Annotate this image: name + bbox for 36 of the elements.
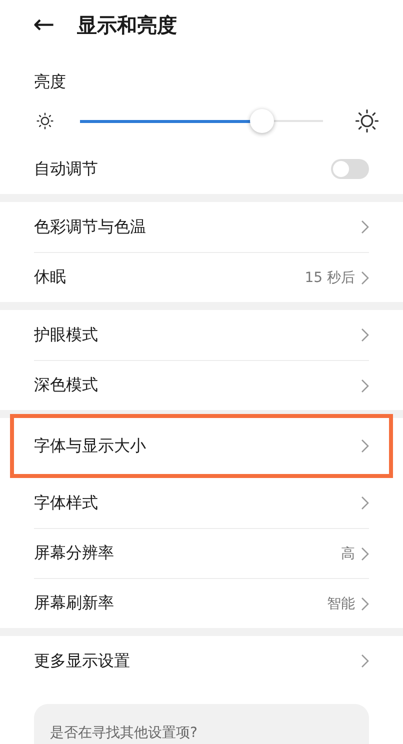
sun-icon bbox=[36, 112, 54, 130]
item-label: 屏幕刷新率 bbox=[34, 593, 114, 614]
item-value: 15 秒后 bbox=[304, 268, 355, 286]
item-label: 更多显示设置 bbox=[34, 650, 130, 672]
item-label: 色彩调节与色温 bbox=[34, 216, 146, 238]
settings-item[interactable]: 屏幕分辨率 高 bbox=[34, 528, 369, 578]
chevron-icon bbox=[361, 328, 369, 342]
item-label: 深色模式 bbox=[34, 375, 98, 396]
item-label: 字体样式 bbox=[34, 492, 98, 514]
item-label: 字体与显示大小 bbox=[34, 436, 146, 456]
chevron-icon bbox=[361, 270, 369, 284]
chevron-icon bbox=[361, 220, 369, 234]
chevron-icon bbox=[361, 439, 369, 453]
settings-item[interactable]: 更多显示设置 bbox=[34, 636, 369, 686]
sun-icon bbox=[355, 109, 379, 133]
chevron-icon bbox=[361, 654, 369, 668]
item-value: 高 bbox=[341, 544, 355, 562]
chevron-icon bbox=[361, 596, 369, 610]
settings-item[interactable]: 字体与显示大小 bbox=[10, 414, 393, 478]
settings-item[interactable]: 字体样式 bbox=[34, 478, 369, 528]
suggestion-title: 是否在寻找其他设置项? bbox=[50, 725, 198, 741]
item-label: 护眼模式 bbox=[34, 324, 98, 346]
page-title: 显示和亮度 bbox=[76, 12, 177, 38]
item-label: 屏幕分辨率 bbox=[34, 543, 114, 564]
chevron-icon bbox=[361, 378, 369, 392]
item-value: 智能 bbox=[327, 594, 355, 612]
auto-adjust-label: 自动调节 bbox=[34, 158, 98, 180]
back-button[interactable]: ← bbox=[33, 12, 55, 38]
brightness-label: 亮度 bbox=[33, 71, 67, 93]
settings-item[interactable]: 护眼模式 bbox=[34, 310, 369, 360]
chevron-icon bbox=[361, 546, 369, 560]
chevron-icon bbox=[361, 496, 369, 510]
settings-item[interactable]: 色彩调节与色温 bbox=[34, 202, 369, 252]
item-label: 休眠 bbox=[34, 267, 66, 288]
toggle-switch[interactable] bbox=[331, 159, 369, 179]
brightness-slider[interactable] bbox=[80, 108, 323, 134]
